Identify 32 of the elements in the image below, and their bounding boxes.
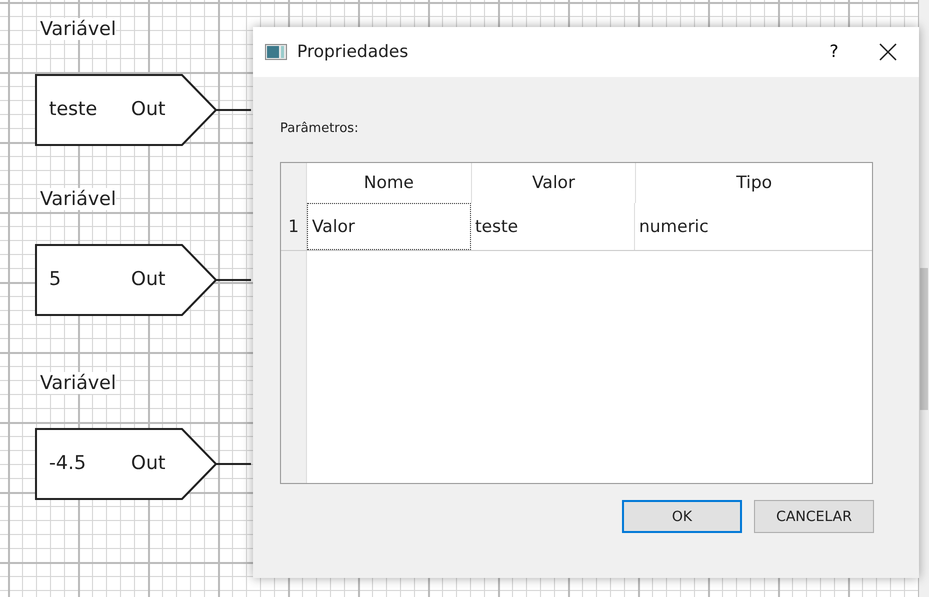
node-shape[interactable] bbox=[35, 74, 219, 146]
node-value: 5 bbox=[49, 268, 62, 290]
window-icon bbox=[265, 44, 287, 60]
node-title: Variável bbox=[40, 188, 116, 210]
node-value: teste bbox=[49, 98, 98, 120]
section-label: Parâmetros: bbox=[280, 121, 358, 136]
dialog-button[interactable]: OK bbox=[622, 500, 742, 533]
scrollbar-thumb[interactable] bbox=[920, 268, 928, 410]
table-cell[interactable]: Valor bbox=[307, 203, 471, 250]
output-pin[interactable] bbox=[217, 278, 251, 282]
node-title: Variável bbox=[40, 372, 116, 394]
node-title: Variável bbox=[40, 18, 116, 40]
header-corner bbox=[281, 163, 307, 203]
port-label: Out bbox=[131, 452, 166, 474]
table-cell[interactable]: teste bbox=[471, 203, 635, 250]
node-value: -4.5 bbox=[49, 452, 86, 474]
row-number: 1 bbox=[281, 203, 307, 250]
scrollbar[interactable] bbox=[919, 0, 929, 597]
port-label: Out bbox=[131, 98, 166, 120]
output-pin[interactable] bbox=[217, 108, 251, 112]
column-header[interactable]: Valor bbox=[472, 163, 636, 203]
close-icon bbox=[879, 43, 897, 61]
help-button[interactable]: ? bbox=[811, 32, 857, 72]
port-label: Out bbox=[131, 268, 166, 290]
table-cell[interactable]: numeric bbox=[635, 203, 871, 250]
window-title: Propriedades bbox=[297, 42, 410, 62]
column-header[interactable]: Nome bbox=[306, 163, 472, 203]
output-pin[interactable] bbox=[217, 462, 251, 466]
node-shape[interactable] bbox=[35, 428, 219, 500]
column-header[interactable]: Tipo bbox=[636, 163, 872, 203]
node-shape[interactable] bbox=[35, 244, 219, 316]
dialog-button[interactable]: CANCELAR bbox=[754, 500, 874, 533]
